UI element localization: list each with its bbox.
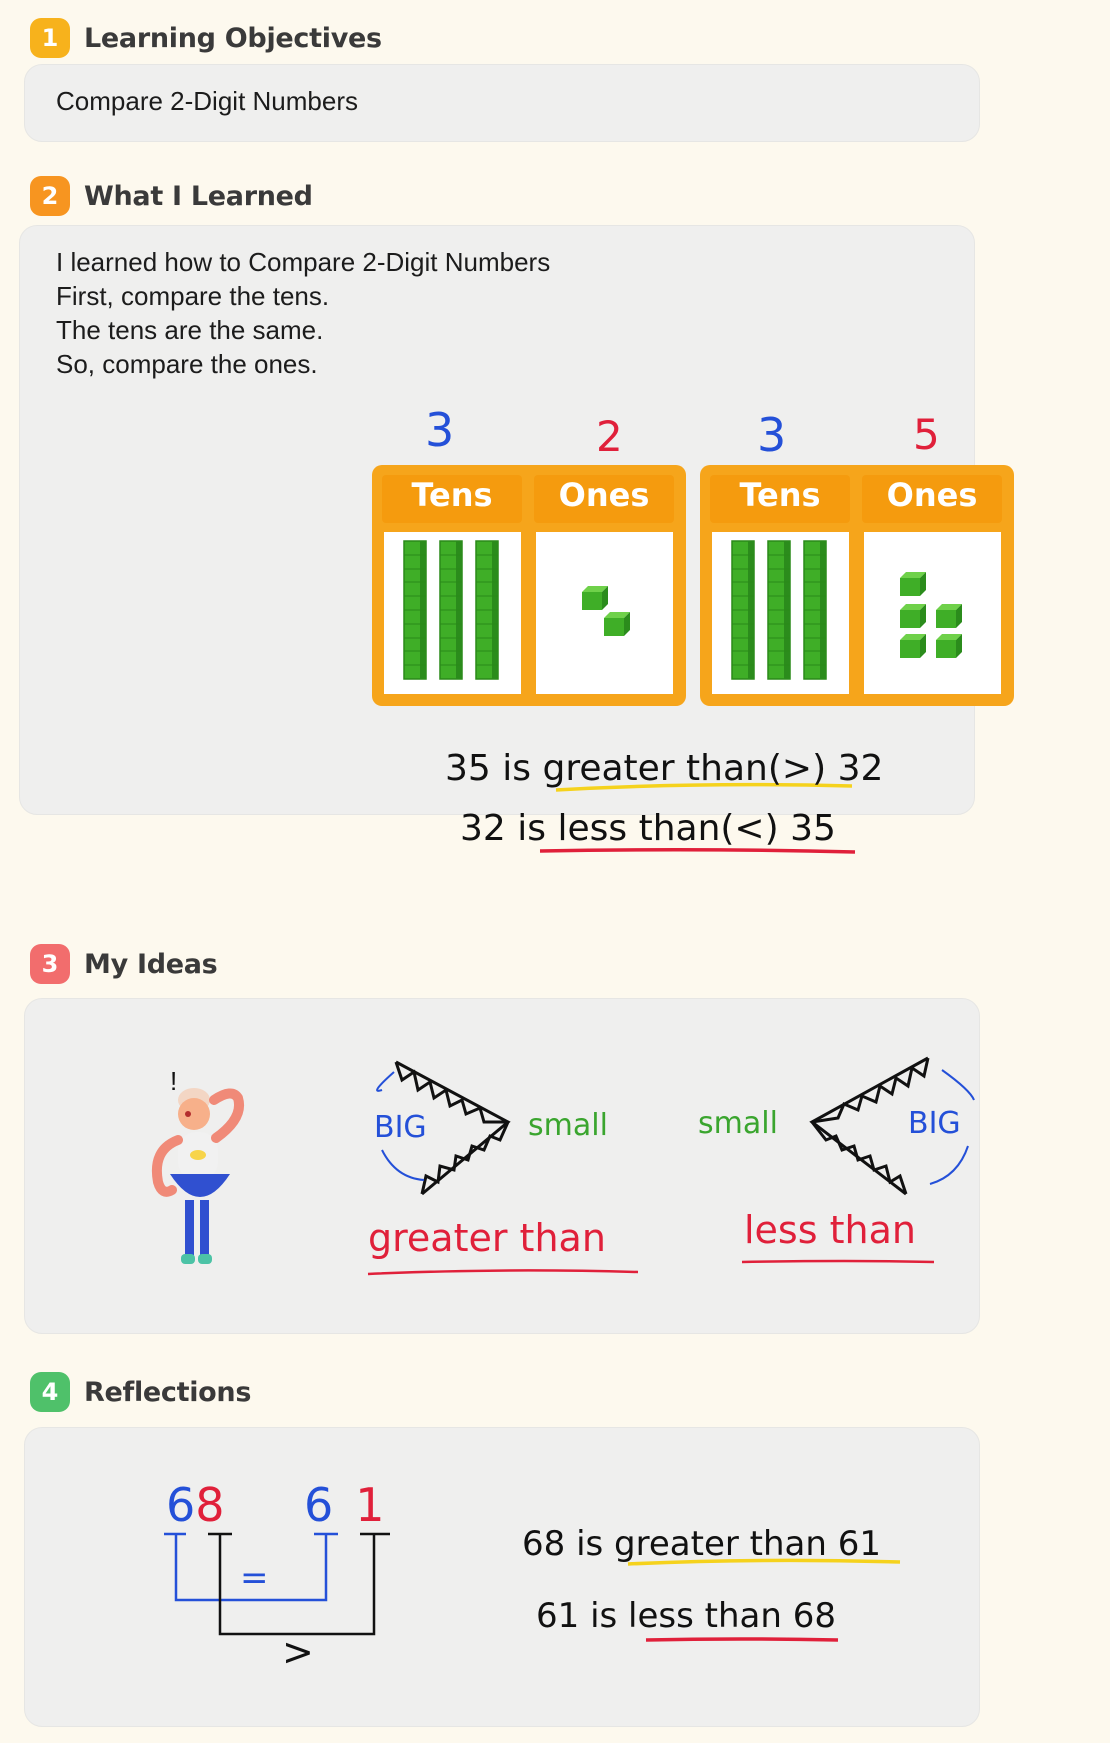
section-3-header: 3 My Ideas [30, 944, 218, 984]
section-2-header: 2 What I Learned [30, 176, 313, 216]
greater-sign: > [282, 1630, 314, 1674]
reflection-left: 61 is [536, 1596, 618, 1636]
reflection-right: 61 [837, 1524, 881, 1564]
statement-right-number: 35 [790, 808, 836, 849]
big-label-right: BIG [908, 1106, 961, 1141]
reflections-card [24, 1427, 980, 1727]
statement-symbol: (<) [720, 808, 779, 849]
reflection-relation: greater than [614, 1524, 827, 1564]
reflection-relation: less than [628, 1596, 782, 1636]
reflection-left: 68 is [522, 1524, 604, 1564]
thinking-character [152, 1088, 244, 1264]
section-title: Reflections [84, 1376, 252, 1408]
tens-header-left: Tens [411, 476, 493, 514]
objective-text: Compare 2-Digit Numbers [56, 86, 358, 116]
ones-digit-left: 2 [596, 412, 623, 461]
statement-greater: 35 is greater than(>) 32 [445, 748, 883, 789]
learned-line: First, compare the tens. [56, 281, 330, 311]
reflection-line-2: 61 is less than 68 [536, 1596, 836, 1636]
tens-digit: 6 [166, 1478, 196, 1532]
section-title: Learning Objectives [84, 22, 382, 54]
number-68: 68 [166, 1478, 225, 1532]
statement-right-number: 32 [837, 748, 884, 789]
tens-digit-left: 3 [425, 403, 455, 457]
learned-line: So, compare the ones. [56, 349, 318, 379]
section-title: What I Learned [84, 180, 313, 212]
ones-digit-right: 5 [913, 410, 940, 459]
character-exclamation: ! [170, 1066, 178, 1096]
greater-than-caption: greater than [368, 1216, 606, 1260]
section-number-badge: 3 [30, 944, 70, 984]
section-number-badge: 1 [30, 18, 70, 58]
statement-relation: greater than [542, 748, 768, 789]
statement-relation: is less than [517, 808, 721, 849]
ones-header-left: Ones [558, 476, 650, 514]
section-number-badge: 4 [30, 1372, 70, 1412]
section-1-header: 1 Learning Objectives [30, 18, 382, 58]
statement-left-number: 35 is [445, 748, 532, 789]
reflection-right: 68 [792, 1596, 836, 1636]
learned-text: I learned how to Compare 2-Digit Numbers… [56, 245, 550, 381]
tens-digit-right: 3 [757, 408, 787, 462]
equal-sign: = [240, 1558, 269, 1598]
learned-line: I learned how to Compare 2-Digit Numbers [56, 247, 551, 277]
statement-less: 32 is less than(<) 35 [460, 808, 836, 849]
number-61: 61 [304, 1478, 385, 1532]
section-number-badge: 2 [30, 176, 70, 216]
small-label-right: small [698, 1106, 778, 1141]
statement-left-number: 32 [460, 808, 506, 849]
small-label-left: small [528, 1108, 608, 1143]
learned-card: I learned how to Compare 2-Digit Numbers… [19, 225, 975, 815]
section-4-header: 4 Reflections [30, 1372, 251, 1412]
ones-digit: 1 [355, 1478, 385, 1532]
ideas-card [24, 998, 980, 1334]
reflection-line-1: 68 is greater than 61 [522, 1524, 881, 1564]
tens-digit: 6 [304, 1478, 334, 1532]
objectives-card: Compare 2-Digit Numbers [24, 64, 980, 142]
statement-symbol: (>) [767, 748, 827, 789]
ones-header-right: Ones [886, 476, 978, 514]
comparison-bracket-diagram [164, 1532, 390, 1636]
learned-line: The tens are the same. [56, 315, 324, 345]
section-title: My Ideas [84, 948, 218, 980]
big-label-left: BIG [374, 1110, 427, 1145]
less-than-caption: less than [744, 1208, 916, 1252]
ones-digit: 8 [195, 1478, 225, 1532]
tens-header-right: Tens [739, 476, 821, 514]
